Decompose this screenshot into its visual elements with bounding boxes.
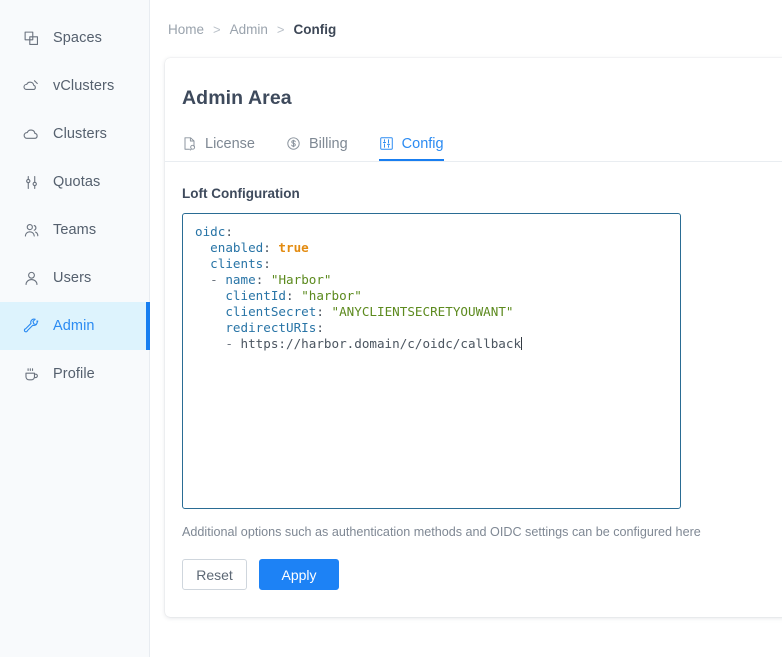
action-button-row: Reset Apply: [165, 539, 782, 590]
sidebar: Spaces vClusters Clusters Quotas Teams Users A…: [0, 0, 150, 657]
editor-hint-text: Additional options such as authenticatio…: [182, 525, 701, 539]
code-token: "Harbor": [270, 272, 332, 287]
sidebar-item-quotas[interactable]: Quotas: [0, 158, 149, 206]
loft-configuration-editor[interactable]: oidc: enabled: true clients: - name: "Ha…: [182, 213, 681, 509]
sidebar-item-spaces[interactable]: Spaces: [0, 14, 149, 62]
breadcrumb-separator: >: [213, 21, 221, 37]
code-token: clients: [210, 256, 264, 271]
tab-config[interactable]: Config: [378, 128, 444, 161]
users-group-icon: [22, 221, 40, 239]
code-token: enabled: [210, 240, 264, 255]
code-token: -: [195, 272, 226, 287]
sliders-square-icon: [379, 136, 394, 151]
sidebar-item-label: Quotas: [53, 174, 101, 190]
code-token: :: [316, 320, 324, 335]
tab-bar: License Billing Config: [165, 129, 782, 162]
code-token: true: [278, 240, 309, 255]
tab-billing[interactable]: Billing: [286, 128, 348, 161]
sidebar-item-label: Users: [53, 270, 92, 286]
license-document-icon: [182, 136, 197, 151]
wrench-icon: [22, 317, 40, 335]
code-token: redirectURIs: [225, 320, 317, 335]
breadcrumb-separator: >: [276, 21, 285, 37]
dollar-circle-icon: [286, 136, 301, 151]
code-token: :: [316, 304, 332, 319]
code-token: -: [195, 336, 241, 351]
sidebar-item-teams[interactable]: Teams: [0, 206, 149, 254]
tab-label: Billing: [308, 135, 348, 152]
code-token: oidc: [195, 224, 226, 239]
sidebar-item-label: vClusters: [53, 78, 115, 94]
breadcrumb-item-config: Config: [293, 21, 337, 37]
sidebar-item-users[interactable]: Users: [0, 254, 149, 302]
apply-button[interactable]: Apply: [259, 559, 339, 590]
coffee-cup-icon: [22, 365, 40, 383]
yaml-code[interactable]: oidc: enabled: true clients: - name: "Ha…: [183, 214, 680, 352]
breadcrumb-item-home[interactable]: Home: [168, 22, 204, 37]
page-title: Admin Area: [182, 87, 292, 109]
sidebar-item-profile[interactable]: Profile: [0, 350, 149, 398]
sidebar-item-label: Teams: [53, 222, 97, 238]
code-token: :: [286, 288, 302, 303]
admin-area-card: Admin Area License Billing Config Loft Con…: [165, 58, 782, 617]
code-token: clientSecret: [225, 304, 317, 319]
code-token: :: [255, 272, 271, 287]
code-token: :: [263, 256, 271, 271]
sidebar-item-label: Clusters: [53, 126, 107, 142]
app-root: Spaces vClusters Clusters Quotas Teams Users A…: [0, 0, 782, 657]
user-icon: [22, 269, 40, 287]
code-token: :: [263, 240, 279, 255]
sliders-icon: [22, 173, 40, 191]
code-token: "ANYCLIENTSECRETYOUWANT": [331, 304, 514, 319]
sidebar-item-vclusters[interactable]: vClusters: [0, 62, 149, 110]
code-token: clientId: [225, 288, 287, 303]
tab-license[interactable]: License: [182, 128, 255, 161]
reset-button[interactable]: Reset: [182, 559, 247, 590]
section-label: Loft Configuration: [182, 186, 300, 201]
code-token: name: [225, 272, 256, 287]
sidebar-item-label: Profile: [53, 366, 95, 382]
tab-label: Config: [401, 135, 444, 152]
code-token: https://harbor.domain/c/oidc/callback: [240, 336, 522, 351]
code-token: "harbor": [301, 288, 362, 303]
breadcrumb: Home > Admin > Config: [150, 0, 782, 58]
vclusters-icon: [22, 77, 40, 95]
sidebar-item-label: Spaces: [53, 30, 102, 46]
breadcrumb-item-admin[interactable]: Admin: [230, 22, 268, 37]
sidebar-item-clusters[interactable]: Clusters: [0, 110, 149, 158]
text-cursor: [521, 337, 523, 350]
main-content: Home > Admin > Config Admin Area License Bill…: [150, 0, 782, 657]
code-token: :: [225, 224, 233, 239]
tab-label: License: [205, 135, 255, 152]
sidebar-item-label: Admin: [53, 318, 95, 334]
spaces-icon: [22, 29, 40, 47]
cloud-icon: [22, 125, 40, 143]
sidebar-item-admin[interactable]: Admin: [0, 302, 150, 350]
